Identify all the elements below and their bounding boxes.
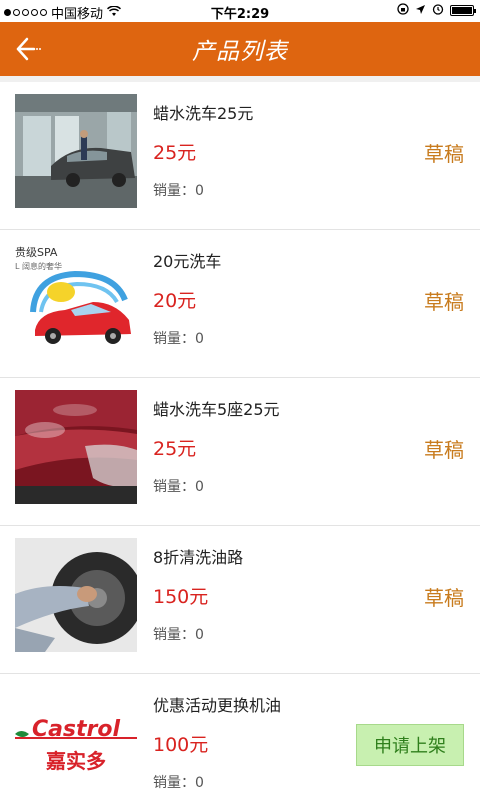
product-name: 20元洗车 [153,252,222,271]
battery-icon [450,5,476,16]
location-icon [415,4,426,18]
product-sales: 销量：0 [153,479,204,495]
alarm-icon [432,3,444,18]
product-image-red-car [15,390,137,504]
product-price: 25元 [153,142,197,164]
svg-text:Castrol: Castrol [32,717,121,742]
product-image-tire-service [15,538,137,652]
product-price: 100元 [153,734,209,756]
product-sales: 销量：0 [153,331,204,347]
product-name: 8折清洗油路 [153,548,244,567]
product-item[interactable]: Castrol 嘉实多 优惠活动更换机油 100元 销量：0 申请上架 [0,674,480,800]
product-sales: 销量：0 [153,775,204,791]
product-name: 蜡水洗车25元 [153,104,254,123]
status-bar: 中国移动 下午2:29 [0,0,480,22]
status-right [397,3,476,18]
status-badge: 草稿 [424,586,464,610]
product-sales: 销量：0 [153,627,204,643]
product-item[interactable]: 贵级SPA L 阔息的奢华 20元洗车 20元 销量：0 草稿 [0,230,480,378]
product-item[interactable]: 蜡水洗车25元 25元 销量：0 草稿 [0,82,480,230]
product-name: 优惠活动更换机油 [153,696,282,715]
product-item[interactable]: 蜡水洗车5座25元 25元 销量：0 草稿 [0,378,480,526]
product-image-spa-car: 贵级SPA L 阔息的奢华 [15,242,137,356]
product-sales: 销量：0 [153,183,204,199]
rotation-lock-icon [397,3,409,18]
status-badge: 草稿 [424,438,464,462]
nav-bar: 产品列表 [0,22,480,76]
page-title: 产品列表 [192,39,288,65]
back-arrow-icon [16,37,41,61]
back-button[interactable] [14,35,44,63]
status-badge: 草稿 [424,142,464,166]
product-image-car-wash [15,94,137,208]
status-badge: 草稿 [424,290,464,314]
product-list: 蜡水洗车25元 25元 销量：0 草稿 贵级SPA L 阔息的奢华 20元洗车 [0,82,480,800]
svg-text:贵级SPA: 贵级SPA [15,246,58,259]
svg-text:嘉实多: 嘉实多 [45,749,106,773]
product-price: 25元 [153,438,197,460]
product-price: 20元 [153,290,197,312]
apply-listing-button[interactable]: 申请上架 [356,724,464,766]
product-image-castrol: Castrol 嘉实多 [15,686,137,800]
product-price: 150元 [153,586,209,608]
svg-text:L 阔息的奢华: L 阔息的奢华 [15,261,62,271]
product-item[interactable]: 8折清洗油路 150元 销量：0 草稿 [0,526,480,674]
product-name: 蜡水洗车5座25元 [153,400,280,419]
